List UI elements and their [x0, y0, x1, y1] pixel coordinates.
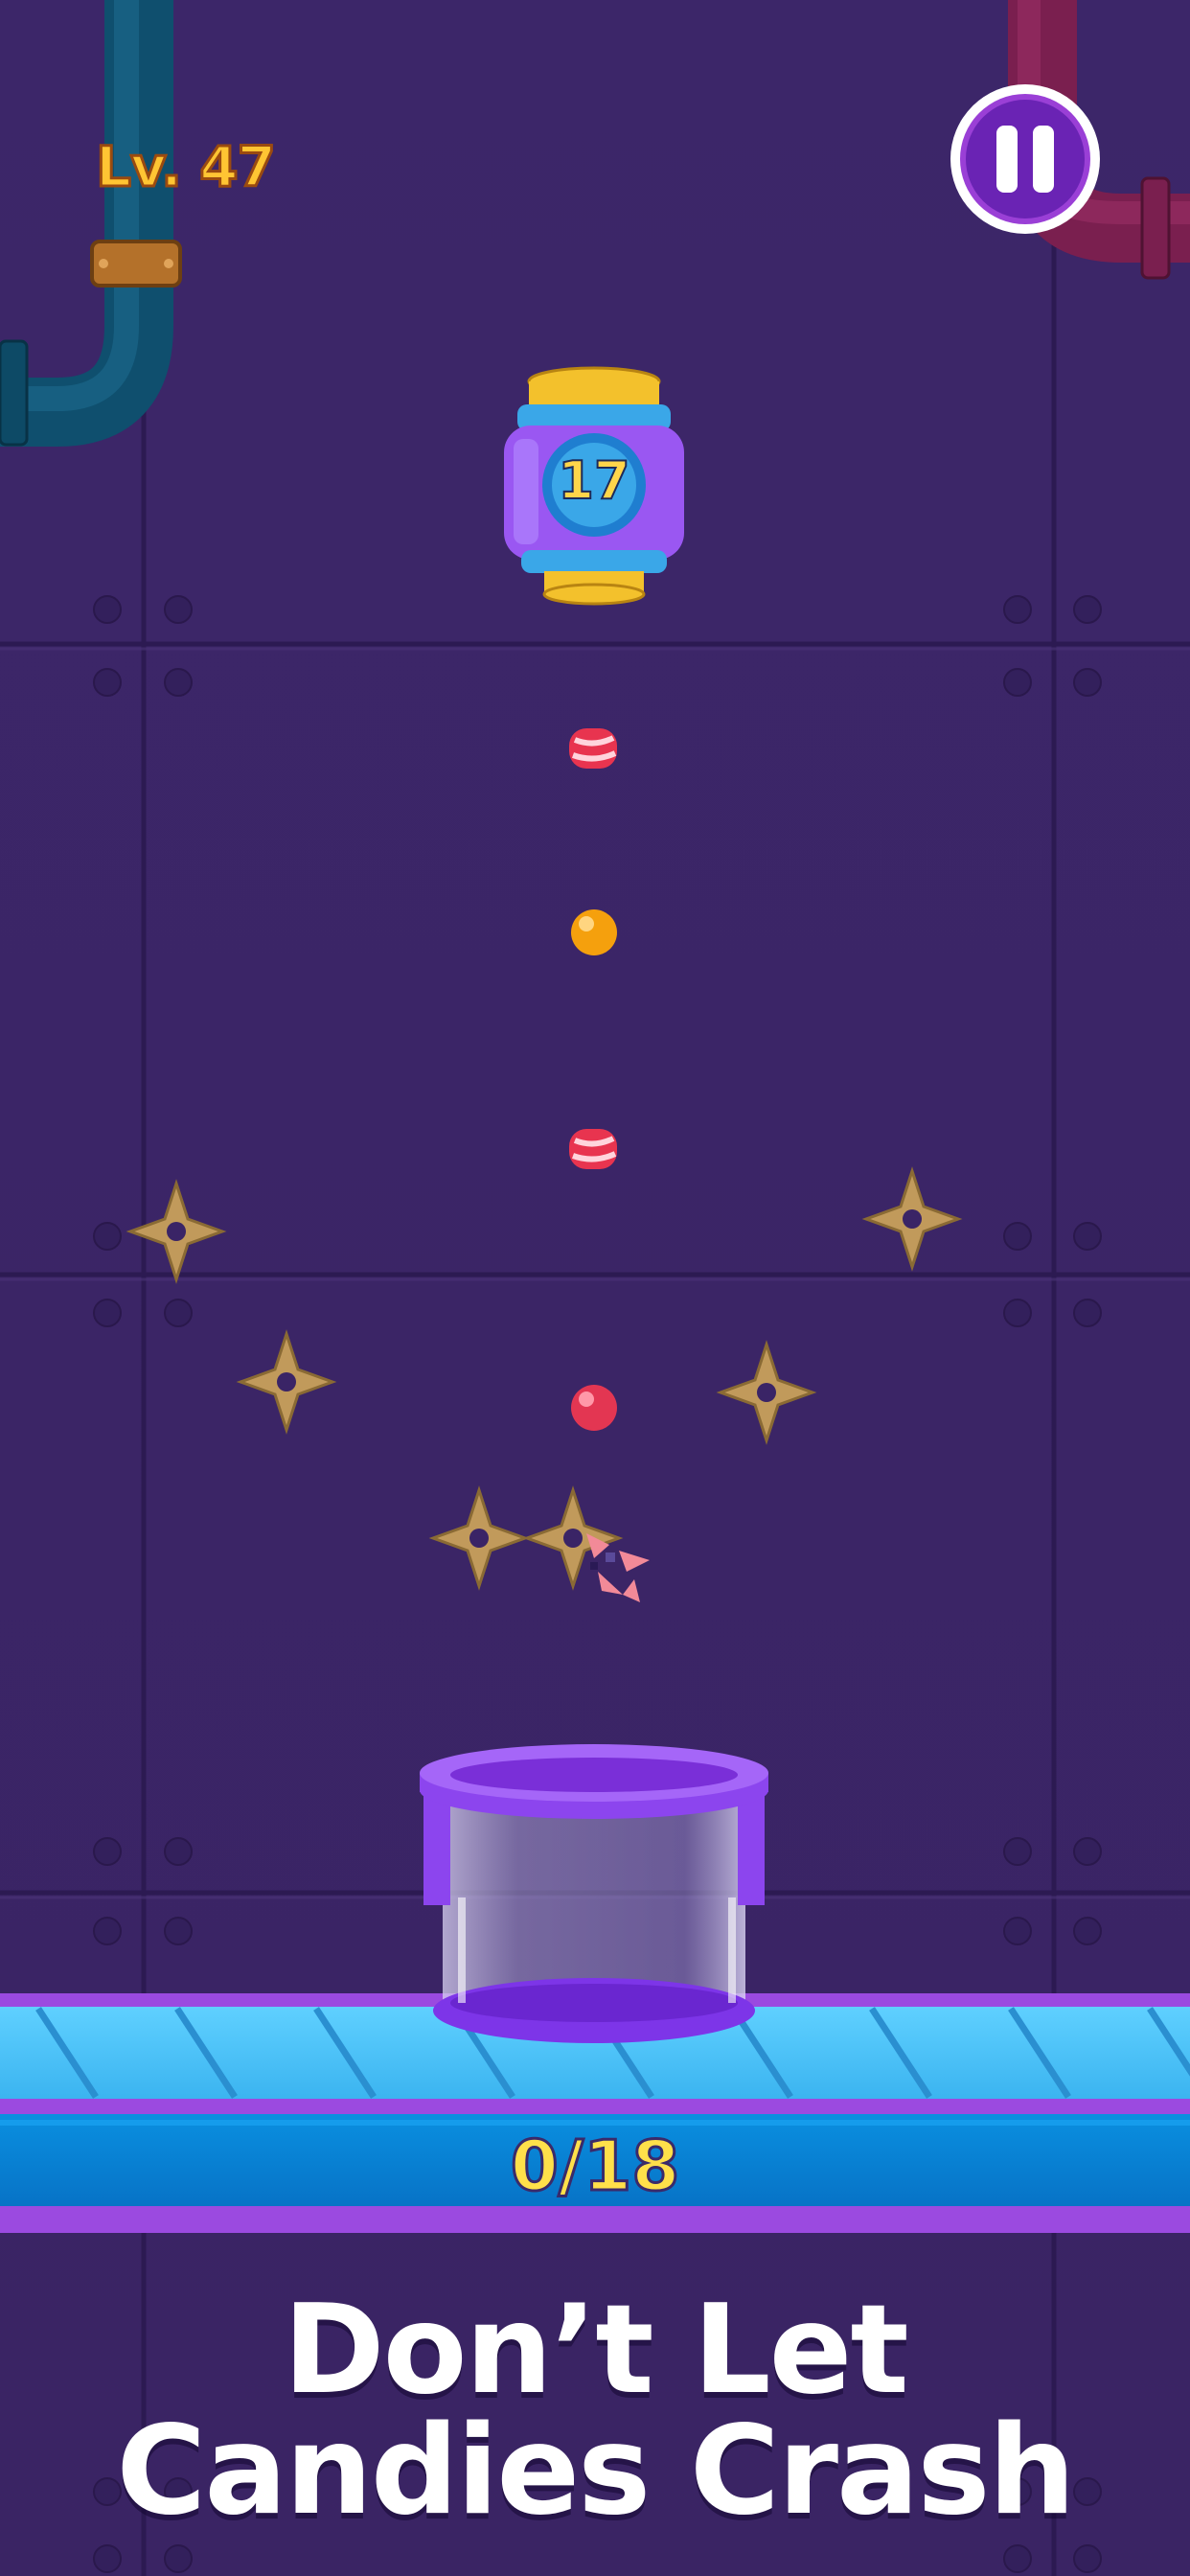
game-stage[interactable]: Lv. 47 17 0/18 Don’t Let Candies Crash — [0, 0, 1190, 2576]
caption-line-2: Candies Crash — [116, 2400, 1075, 2542]
orange-round-candy — [571, 909, 617, 955]
pause-button[interactable] — [949, 82, 1102, 236]
striped-red-candy — [569, 1129, 617, 1169]
dispenser-count: 17 — [557, 449, 630, 512]
collected-counter: 0/18 — [509, 2125, 681, 2208]
level-label: Lv. 47 — [95, 133, 278, 201]
striped-red-candy — [569, 728, 617, 769]
promo-caption: Don’t Let Candies Crash — [0, 2279, 1190, 2542]
candy-dispenser: 17 — [498, 362, 690, 611]
red-round-candy — [571, 1385, 617, 1431]
caption-line-1: Don’t Let — [283, 2279, 908, 2422]
candy-jar — [420, 1744, 768, 2043]
